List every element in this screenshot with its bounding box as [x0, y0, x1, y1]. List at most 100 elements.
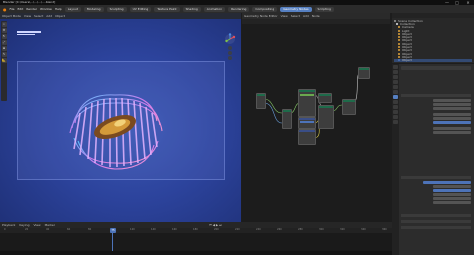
modifier-input-field[interactable]: [433, 197, 471, 200]
viewport-header: Object Mode View Select Add Object: [0, 13, 241, 19]
tab-geometry-nodes[interactable]: Geometry Nodes: [280, 6, 312, 12]
node-links: [263, 72, 361, 139]
node-math[interactable]: [298, 129, 316, 145]
properties-search[interactable]: [401, 66, 471, 70]
panel-header[interactable]: [401, 94, 471, 97]
location-x-field[interactable]: [433, 99, 471, 102]
node-geometry[interactable]: [298, 89, 316, 117]
navigation-gizmo[interactable]: [223, 33, 237, 63]
group-output-node[interactable]: [358, 67, 370, 79]
menu-render[interactable]: Render: [26, 7, 37, 11]
tick-label: 40: [46, 228, 50, 231]
viewport-menu-object[interactable]: Object: [55, 14, 65, 18]
properties-editor[interactable]: [392, 64, 474, 255]
annotate-icon[interactable]: ✎: [1, 52, 7, 57]
tick-label: 340: [361, 228, 366, 231]
scale-y-field[interactable]: [433, 131, 471, 134]
panel-header[interactable]: [401, 226, 471, 229]
modifier-input-field[interactable]: [433, 201, 471, 204]
tick-label: 80: [88, 228, 92, 231]
timeline-menu-view[interactable]: View: [33, 223, 40, 227]
material-tab-icon[interactable]: [393, 120, 398, 124]
node-small[interactable]: [282, 109, 292, 129]
object-icon: [398, 55, 400, 58]
node-join[interactable]: [342, 99, 356, 115]
top-menubar: ● File Edit Render Window Help Layout Mo…: [0, 5, 474, 13]
measure-icon[interactable]: 📐: [1, 58, 7, 63]
data-tab-icon[interactable]: [393, 115, 398, 119]
panel-header[interactable]: [401, 220, 471, 223]
tick-label: 0: [4, 228, 6, 231]
tab-layout[interactable]: Layout: [64, 6, 81, 12]
timeline-menu-playback[interactable]: Playback: [2, 223, 15, 227]
constraints-tab-icon[interactable]: [393, 110, 398, 114]
tool-tab-icon[interactable]: [393, 65, 398, 69]
viewport-menu-view[interactable]: View: [24, 14, 31, 18]
viewport-menu-add[interactable]: Add: [46, 14, 52, 18]
geometry-nodes-dropdown[interactable]: [423, 181, 471, 184]
output-tab-icon[interactable]: [393, 75, 398, 79]
timeline-ruler[interactable]: 0 20 40 60 80 120 140 160 180 200 220 24…: [0, 228, 392, 233]
tab-rendering[interactable]: Rendering: [228, 6, 250, 12]
node-value[interactable]: [298, 117, 316, 129]
timeline-menu-marker[interactable]: Marker: [45, 223, 55, 227]
panel-header[interactable]: [401, 214, 471, 217]
location-y-field[interactable]: [433, 103, 471, 106]
menu-window[interactable]: Window: [40, 7, 52, 11]
outliner-row-selected[interactable]: Object: [394, 58, 472, 62]
rotate-icon[interactable]: ↻: [1, 34, 7, 39]
tab-scripting[interactable]: Scripting: [314, 6, 334, 12]
menu-file[interactable]: File: [10, 7, 15, 11]
tab-animation[interactable]: Animation: [203, 6, 226, 12]
object-icon: [398, 52, 400, 55]
modifier-input-field[interactable]: [433, 185, 471, 188]
object-icon: [398, 42, 400, 45]
group-input-node[interactable]: [256, 93, 266, 109]
node-editor[interactable]: Geometry Node Editor View Select Add Nod…: [242, 13, 390, 222]
rotation-y-field[interactable]: [433, 117, 471, 120]
transform-icon[interactable]: ⊞: [1, 46, 7, 51]
outliner[interactable]: Scene Collection Collection Camera Light…: [392, 13, 474, 63]
object-icon: [398, 46, 400, 49]
modifier-tab-icon[interactable]: [393, 95, 398, 99]
tab-compositing[interactable]: Compositing: [252, 6, 278, 12]
tab-modeling[interactable]: Modeling: [83, 6, 104, 12]
scale-icon[interactable]: ⤢: [1, 40, 7, 45]
playhead[interactable]: 75: [110, 228, 116, 233]
tick-label: 360: [382, 228, 387, 231]
rotation-z-field[interactable]: [433, 121, 471, 124]
tick-label: 180: [193, 228, 198, 231]
3d-viewport[interactable]: Object Mode View Select Add Object ⌖ ✥ ↻…: [0, 13, 241, 222]
menu-help[interactable]: Help: [55, 7, 62, 11]
tab-uv-editing[interactable]: UV Editing: [129, 6, 152, 12]
tab-shading[interactable]: Shading: [182, 6, 201, 12]
menu-edit[interactable]: Edit: [18, 7, 24, 11]
cursor-icon[interactable]: ⌖: [1, 22, 7, 27]
play-controls[interactable]: ⏮ ◀ ▶ ⏭: [209, 223, 222, 227]
modifier-input-field[interactable]: [433, 193, 471, 196]
rotation-x-field[interactable]: [433, 113, 471, 116]
object-tab-icon[interactable]: [393, 90, 398, 94]
geometry-object[interactable]: [60, 83, 170, 173]
tab-sculpting[interactable]: Sculpting: [106, 6, 127, 12]
particles-tab-icon[interactable]: [393, 100, 398, 104]
timeline-menu-keying[interactable]: Keying: [19, 223, 29, 227]
world-tab-icon[interactable]: [393, 85, 398, 89]
modifier-panel: [401, 176, 471, 205]
render-tab-icon[interactable]: [393, 70, 398, 74]
move-icon[interactable]: ✥: [1, 28, 7, 33]
node-set-material[interactable]: [318, 93, 332, 103]
tick-label: 320: [340, 228, 345, 231]
modifier-input-field[interactable]: [433, 189, 471, 192]
physics-tab-icon[interactable]: [393, 105, 398, 109]
node-transform[interactable]: [318, 105, 334, 129]
blender-logo-icon[interactable]: ●: [3, 7, 7, 12]
mode-dropdown[interactable]: Object Mode: [2, 14, 21, 18]
modifier-header[interactable]: [401, 176, 471, 179]
scale-x-field[interactable]: [433, 127, 471, 130]
object-icon: [398, 32, 400, 35]
scene-tab-icon[interactable]: [393, 80, 398, 84]
location-z-field[interactable]: [433, 107, 471, 110]
viewport-menu-select[interactable]: Select: [34, 14, 43, 18]
tab-texture-paint[interactable]: Texture Paint: [154, 6, 180, 12]
